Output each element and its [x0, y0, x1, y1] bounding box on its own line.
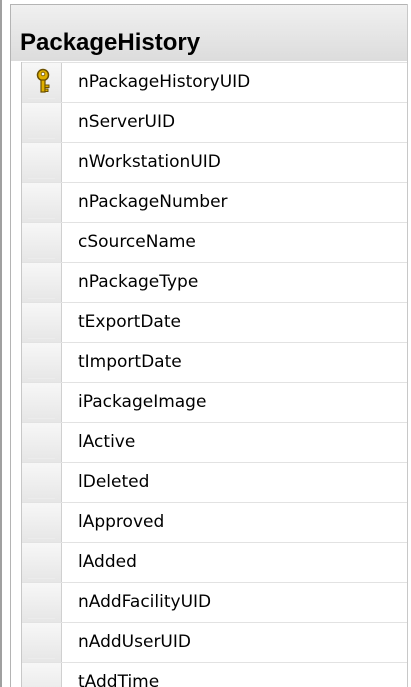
column-row[interactable]: nServerUID [22, 102, 408, 142]
row-selector[interactable] [22, 63, 62, 102]
primary-key-icon [36, 68, 50, 93]
column-row[interactable]: cSourceName [22, 222, 408, 262]
column-row[interactable]: nPackageHistoryUID [22, 62, 408, 102]
column-name: nWorkstationUID [78, 152, 221, 172]
row-selector-divider [28, 338, 55, 339]
column-name: tAddTime [78, 672, 160, 687]
column-name: nPackageNumber [78, 192, 228, 212]
row-selector-divider [28, 298, 55, 299]
row-selector-divider [28, 218, 55, 219]
column-name: iPackageImage [78, 392, 207, 412]
column-name: cSourceName [78, 232, 196, 252]
column-row[interactable]: lAdded [22, 542, 408, 582]
column-row[interactable]: nPackageType [22, 262, 408, 302]
canvas-left-border [0, 0, 2, 687]
column-name: nPackageType [78, 272, 199, 292]
row-selector[interactable] [22, 543, 62, 582]
column-name: nPackageHistoryUID [78, 72, 251, 92]
column-name: lApproved [78, 512, 165, 532]
row-selector-divider [28, 578, 55, 579]
column-row[interactable]: nAddFacilityUID [22, 582, 408, 622]
row-selector[interactable] [22, 423, 62, 462]
row-selector-divider [28, 458, 55, 459]
column-name: lAdded [78, 552, 137, 572]
column-row[interactable]: nWorkstationUID [22, 142, 408, 182]
row-selector-divider [28, 618, 55, 619]
row-selector[interactable] [22, 463, 62, 502]
column-name: nServerUID [78, 112, 176, 132]
column-list: nPackageHistoryUID nServerUID nWorkstation… [21, 62, 408, 687]
column-row[interactable]: tImportDate [22, 342, 408, 382]
column-row[interactable]: nAddUserUID [22, 622, 408, 662]
column-name: lDeleted [78, 472, 150, 492]
column-row[interactable]: lApproved [22, 502, 408, 542]
row-selector[interactable] [22, 223, 62, 262]
row-selector[interactable] [22, 583, 62, 622]
row-selector[interactable] [22, 383, 62, 422]
designer-canvas: PackageHistory nPackageHistoryUID nServer… [0, 0, 411, 687]
row-selector-divider [28, 658, 55, 659]
row-selector-divider [28, 98, 55, 99]
row-selector[interactable] [22, 183, 62, 222]
row-selector-divider [28, 498, 55, 499]
column-row[interactable]: tAddTime [22, 662, 408, 687]
row-selector[interactable] [22, 103, 62, 142]
row-selector[interactable] [22, 623, 62, 662]
row-selector[interactable] [22, 663, 62, 687]
row-selector-divider [28, 138, 55, 139]
table-right-border [407, 4, 408, 687]
row-selector-divider [28, 378, 55, 379]
row-selector[interactable] [22, 503, 62, 542]
row-selector-divider [28, 418, 55, 419]
column-row[interactable]: tExportDate [22, 302, 408, 342]
column-name: tImportDate [78, 352, 182, 372]
column-row[interactable]: lDeleted [22, 462, 408, 502]
row-selector-divider [28, 258, 55, 259]
row-selector-divider [28, 178, 55, 179]
column-row[interactable]: lActive [22, 422, 408, 462]
table-title: PackageHistory [20, 29, 201, 56]
row-selector-divider [28, 538, 55, 539]
column-row[interactable]: iPackageImage [22, 382, 408, 422]
row-selector[interactable] [22, 263, 62, 302]
column-name: tExportDate [78, 312, 181, 332]
row-selector[interactable] [22, 143, 62, 182]
row-selector[interactable] [22, 343, 62, 382]
column-name: lActive [78, 432, 136, 452]
row-selector[interactable] [22, 303, 62, 342]
column-name: nAddFacilityUID [78, 592, 212, 612]
column-name: nAddUserUID [78, 632, 191, 652]
column-row[interactable]: nPackageNumber [22, 182, 408, 222]
